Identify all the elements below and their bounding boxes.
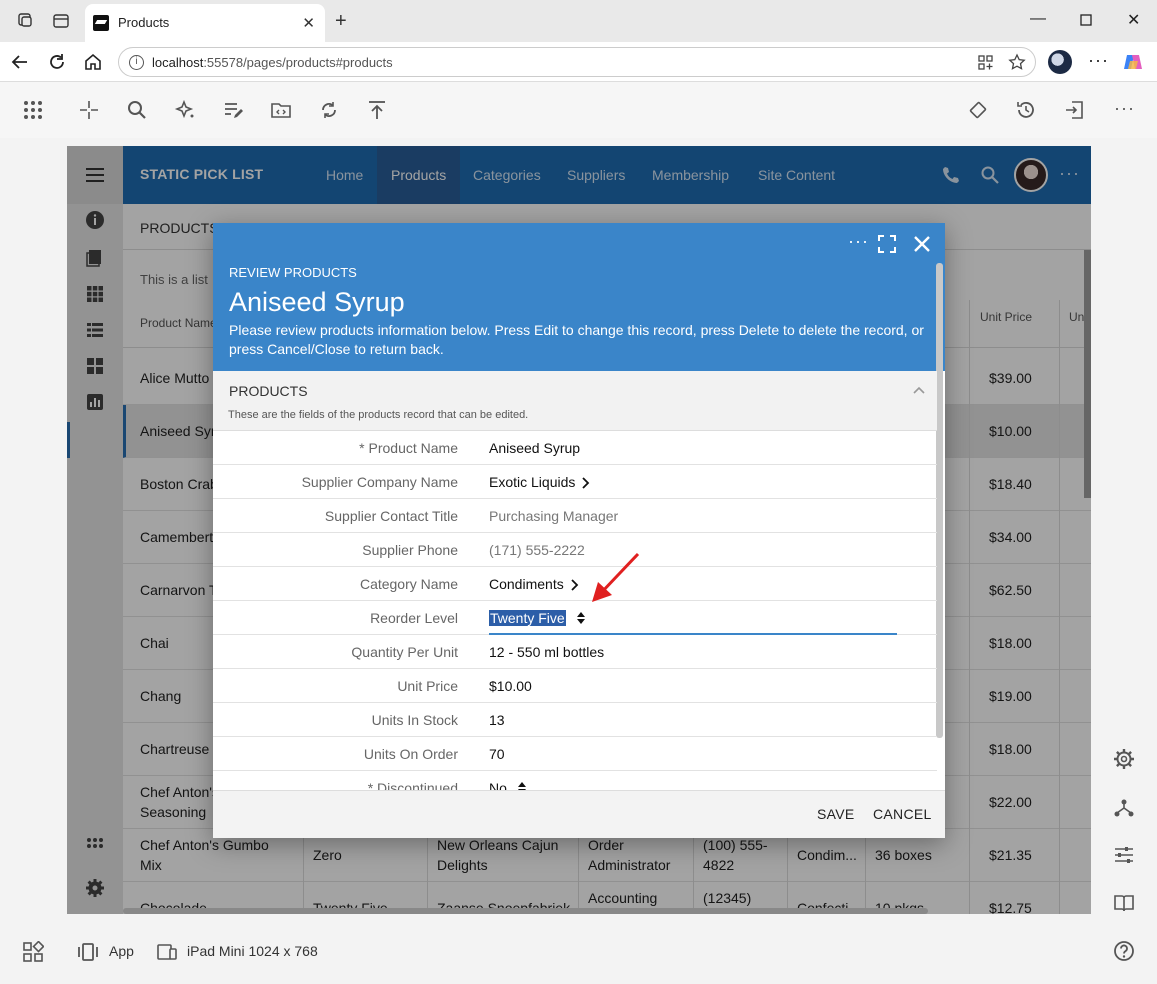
- folder-code-icon[interactable]: [270, 99, 292, 121]
- search-icon[interactable]: [126, 99, 148, 121]
- tab-title: Products: [118, 15, 170, 30]
- modal-header: ··· REVIEW PRODUCTS Aniseed Syrup Please…: [213, 223, 945, 371]
- profile-avatar[interactable]: [1048, 50, 1072, 74]
- components-icon[interactable]: [22, 941, 44, 963]
- refresh-icon[interactable]: [47, 52, 67, 72]
- site-favicon-icon: [93, 15, 109, 31]
- review-products-modal: ··· REVIEW PRODUCTS Aniseed Syrup Please…: [213, 223, 945, 838]
- annotation-arrow-icon: [592, 552, 640, 602]
- edit-list-icon[interactable]: [222, 99, 244, 121]
- browser-tab-bar: Products ✕ + — ✕: [0, 0, 1157, 42]
- sort-updown-icon[interactable]: [576, 611, 586, 625]
- modal-kicker: REVIEW PRODUCTS: [229, 265, 357, 280]
- modal-title: Aniseed Syrup: [229, 287, 405, 317]
- field-product-name[interactable]: * Product Name Aniseed Syrup: [213, 431, 937, 465]
- chevron-right-icon[interactable]: [570, 579, 580, 591]
- field-units-on-order[interactable]: Units On Order 70: [213, 737, 937, 771]
- url-field[interactable]: i localhost:55578/pages/products#product…: [118, 47, 1036, 77]
- history-icon[interactable]: [1015, 99, 1037, 121]
- tab-close-icon[interactable]: ✕: [302, 14, 315, 32]
- url-path: :55578/pages/products#products: [203, 55, 393, 70]
- modal-close-icon[interactable]: [912, 234, 932, 254]
- browser-more-icon[interactable]: ···: [1088, 50, 1109, 71]
- reorder-level-select[interactable]: Twenty Five: [489, 610, 566, 626]
- publish-icon[interactable]: [366, 99, 388, 121]
- modal-footer: SAVE CANCEL: [213, 790, 945, 838]
- field-quantity-per-unit[interactable]: Quantity Per Unit 12 - 550 ml bottles: [213, 635, 937, 669]
- chevron-right-icon[interactable]: [581, 477, 591, 489]
- sparkle-icon[interactable]: [174, 99, 196, 121]
- modal-description: Please review products information below…: [229, 322, 924, 357]
- field-supplier-contact-title: Supplier Contact Title Purchasing Manager: [213, 499, 937, 533]
- designer-bottom-bar: App iPad Mini 1024 x 768: [0, 930, 1157, 974]
- rail-settings-icon[interactable]: [1113, 748, 1135, 770]
- vertical-scrollbar[interactable]: [1084, 250, 1091, 498]
- field-supplier-company[interactable]: Supplier Company Name Exotic Liquids: [213, 465, 937, 499]
- field-units-in-stock[interactable]: Units In Stock 13: [213, 703, 937, 737]
- minimize-icon[interactable]: —: [1030, 10, 1046, 28]
- device-icon[interactable]: [156, 941, 178, 963]
- maximize-icon[interactable]: [1080, 14, 1092, 26]
- tab-actions-icon[interactable]: [52, 12, 70, 30]
- browser-tab-products[interactable]: Products ✕: [85, 4, 325, 42]
- apps-grid-icon[interactable]: [22, 99, 44, 121]
- crosshair-icon[interactable]: [78, 99, 100, 121]
- device-label[interactable]: iPad Mini 1024 x 768: [187, 943, 318, 959]
- modal-scrollbar[interactable]: [936, 263, 943, 738]
- home-icon[interactable]: [83, 52, 103, 72]
- chevron-up-icon[interactable]: [912, 383, 926, 397]
- exit-icon[interactable]: [1063, 99, 1085, 121]
- sliders-icon[interactable]: [1113, 844, 1135, 866]
- modal-more-icon[interactable]: ···: [848, 231, 869, 252]
- designer-toolbar: ···: [0, 82, 1157, 138]
- swap-orientation-icon[interactable]: [967, 99, 989, 121]
- sync-icon[interactable]: [318, 99, 340, 121]
- save-button[interactable]: SAVE: [817, 806, 855, 822]
- cancel-button[interactable]: CANCEL: [873, 806, 932, 822]
- address-bar-row: i localhost:55578/pages/products#product…: [0, 42, 1157, 82]
- field-reorder-level[interactable]: Reorder Level Twenty Five: [213, 601, 937, 635]
- app-view-icon[interactable]: [77, 942, 99, 962]
- app-label[interactable]: App: [109, 943, 134, 959]
- field-supplier-phone: Supplier Phone (171) 555-2222: [213, 533, 937, 567]
- horizontal-scrollbar[interactable]: [123, 908, 928, 914]
- fullscreen-icon[interactable]: [877, 234, 897, 254]
- app-available-icon[interactable]: [977, 54, 994, 71]
- hierarchy-icon[interactable]: [1113, 797, 1135, 819]
- copilot-icon[interactable]: [1122, 51, 1144, 73]
- field-category-name[interactable]: Category Name Condiments: [213, 567, 937, 601]
- toolbar-more-icon[interactable]: ···: [1114, 98, 1135, 119]
- field-unit-price[interactable]: Unit Price $10.00: [213, 669, 937, 703]
- back-icon[interactable]: [10, 52, 30, 72]
- window-close-icon[interactable]: ✕: [1127, 10, 1140, 30]
- site-info-icon[interactable]: i: [129, 55, 144, 70]
- section-description: These are the fields of the products rec…: [228, 409, 529, 421]
- workspaces-icon[interactable]: [16, 12, 34, 30]
- products-section-header[interactable]: PRODUCTS These are the fields of the pro…: [213, 371, 937, 431]
- url-host: localhost: [152, 55, 204, 70]
- section-title: PRODUCTS: [229, 383, 308, 399]
- favorite-star-icon[interactable]: [1008, 53, 1026, 71]
- new-tab-icon[interactable]: +: [335, 10, 347, 33]
- book-icon[interactable]: [1113, 892, 1135, 914]
